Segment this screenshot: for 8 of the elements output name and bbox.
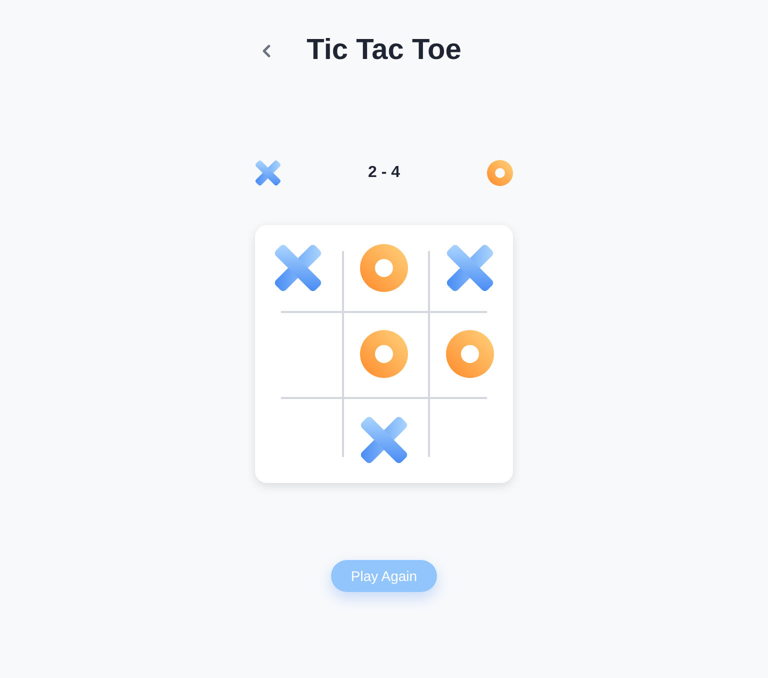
ring-mark-icon [360,330,408,378]
ring-mark-icon [360,244,408,292]
ring-icon [486,160,513,186]
page-title: Tic Tac Toe [306,33,462,68]
score-text: 2 - 4 [368,163,400,183]
x-icon [255,160,281,186]
chevron-left-icon [261,44,273,58]
ring-mark-icon [446,330,494,378]
